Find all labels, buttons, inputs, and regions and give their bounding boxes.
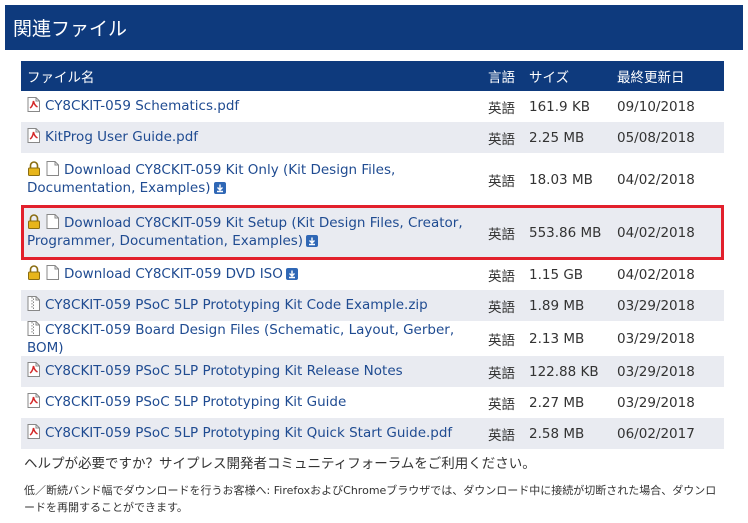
pdf-icon <box>27 424 40 443</box>
cell-size: 122.88 KB <box>523 356 611 387</box>
table-row: KitProg User Guide.pdf 英語 2.25 MB 05/08/201… <box>21 122 724 153</box>
cell-filename: CY8CKIT-059 PSoC 5LP Prototyping Kit Qui… <box>21 418 482 449</box>
file-link[interactable]: CY8CKIT-059 Board Design Files (Schemati… <box>27 322 454 356</box>
download-note: 低／断続バンド幅でダウンロードを行うお客様へ: FirefoxおよびChrome… <box>24 484 717 514</box>
cell-language: 英語 <box>482 153 523 206</box>
table-row: Download CY8CKIT-059 Kit Only (Kit Desig… <box>21 153 724 206</box>
file-link[interactable]: CY8CKIT-059 PSoC 5LP Prototyping Kit Rel… <box>45 363 403 379</box>
column-header-date[interactable]: 最終更新日 <box>611 61 724 91</box>
column-header-language[interactable]: 言語 <box>482 61 523 91</box>
download-icon[interactable] <box>306 235 319 251</box>
cell-language: 英語 <box>482 418 523 449</box>
table-row: CY8CKIT-059 PSoC 5LP Prototyping Kit Rel… <box>21 356 724 387</box>
table-row: Download CY8CKIT-059 Kit Setup (Kit Desi… <box>21 206 724 259</box>
cell-language: 英語 <box>482 122 523 153</box>
lock-icon <box>27 265 41 284</box>
cell-language: 英語 <box>482 290 523 321</box>
cell-filename: Download CY8CKIT-059 Kit Setup (Kit Desi… <box>21 206 482 259</box>
cell-date: 03/29/2018 <box>611 321 724 356</box>
cell-language: 英語 <box>482 387 523 418</box>
table-row: CY8CKIT-059 PSoC 5LP Prototyping Kit Cod… <box>21 290 724 321</box>
cell-size: 18.03 MB <box>523 153 611 206</box>
cell-filename: CY8CKIT-059 PSoC 5LP Prototyping Kit Gui… <box>21 387 482 418</box>
file-link[interactable]: Download CY8CKIT-059 Kit Only (Kit Desig… <box>27 162 395 196</box>
download-icon[interactable] <box>213 182 226 198</box>
file-link[interactable]: Download CY8CKIT-059 Kit Setup (Kit Desi… <box>27 215 463 249</box>
cell-date: 04/02/2018 <box>611 259 724 290</box>
document-icon <box>46 214 59 233</box>
table-row: Download CY8CKIT-059 DVD ISO 英語 1.15 GB 04/… <box>21 259 724 290</box>
cell-size: 1.15 GB <box>523 259 611 290</box>
zip-icon <box>27 321 40 340</box>
cell-date: 06/02/2017 <box>611 418 724 449</box>
file-link[interactable]: CY8CKIT-059 PSoC 5LP Prototyping Kit Gui… <box>45 394 346 410</box>
column-header-size[interactable]: サイズ <box>523 61 611 91</box>
cell-size: 1.89 MB <box>523 290 611 321</box>
cell-filename: Download CY8CKIT-059 DVD ISO <box>21 259 482 290</box>
cell-size: 2.13 MB <box>523 321 611 356</box>
cell-filename: CY8CKIT-059 PSoC 5LP Prototyping Kit Cod… <box>21 290 482 321</box>
lock-icon <box>27 214 41 233</box>
table-body: CY8CKIT-059 Schematics.pdf 英語 161.9 KB 09/1… <box>21 91 724 449</box>
zip-icon <box>27 296 40 315</box>
related-files-table: ファイル名 言語 サイズ 最終更新日 CY8CKIT-059 Schematic… <box>21 61 724 449</box>
pdf-icon <box>27 362 40 381</box>
cell-filename: CY8CKIT-059 PSoC 5LP Prototyping Kit Rel… <box>21 356 482 387</box>
cell-date: 03/29/2018 <box>611 290 724 321</box>
cell-size: 2.25 MB <box>523 122 611 153</box>
table-row: CY8CKIT-059 PSoC 5LP Prototyping Kit Gui… <box>21 387 724 418</box>
cell-date: 04/02/2018 <box>611 153 724 206</box>
pdf-icon <box>27 393 40 412</box>
cell-filename: CY8CKIT-059 Schematics.pdf <box>21 91 482 122</box>
table-row: CY8CKIT-059 PSoC 5LP Prototyping Kit Qui… <box>21 418 724 449</box>
download-icon[interactable] <box>285 268 298 284</box>
cell-date: 09/10/2018 <box>611 91 724 122</box>
file-link[interactable]: CY8CKIT-059 PSoC 5LP Prototyping Kit Qui… <box>45 425 452 441</box>
cell-language: 英語 <box>482 259 523 290</box>
cell-filename: Download CY8CKIT-059 Kit Only (Kit Desig… <box>21 153 482 206</box>
file-link[interactable]: KitProg User Guide.pdf <box>45 129 198 145</box>
file-link[interactable]: Download CY8CKIT-059 DVD ISO <box>64 266 283 282</box>
section-title: 関連ファイル <box>13 18 128 40</box>
cell-date: 03/29/2018 <box>611 387 724 418</box>
cell-size: 161.9 KB <box>523 91 611 122</box>
cell-size: 2.58 MB <box>523 418 611 449</box>
help-text: ヘルプが必要ですか？サイプレス開発者コミュニティフォーラムをご利用ください。 <box>24 456 536 472</box>
cell-language: 英語 <box>482 321 523 356</box>
pdf-icon <box>27 97 40 116</box>
document-icon <box>46 265 59 284</box>
cell-date: 03/29/2018 <box>611 356 724 387</box>
cell-language: 英語 <box>482 206 523 259</box>
section-header: 関連ファイル <box>5 5 743 50</box>
column-header-filename[interactable]: ファイル名 <box>21 61 482 91</box>
pdf-icon <box>27 128 40 147</box>
table-row: CY8CKIT-059 Schematics.pdf 英語 161.9 KB 09/1… <box>21 91 724 122</box>
cell-filename: CY8CKIT-059 Board Design Files (Schemati… <box>21 321 482 356</box>
cell-date: 04/02/2018 <box>611 206 724 259</box>
file-link[interactable]: CY8CKIT-059 PSoC 5LP Prototyping Kit Cod… <box>45 297 428 313</box>
cell-size: 2.27 MB <box>523 387 611 418</box>
file-link[interactable]: CY8CKIT-059 Schematics.pdf <box>45 98 239 114</box>
cell-language: 英語 <box>482 91 523 122</box>
cell-filename: KitProg User Guide.pdf <box>21 122 482 153</box>
table-header-row: ファイル名 言語 サイズ 最終更新日 <box>21 61 724 91</box>
cell-date: 05/08/2018 <box>611 122 724 153</box>
cell-size: 553.86 MB <box>523 206 611 259</box>
document-icon <box>46 161 59 180</box>
cell-language: 英語 <box>482 356 523 387</box>
lock-icon <box>27 161 41 180</box>
table-row: CY8CKIT-059 Board Design Files (Schemati… <box>21 321 724 356</box>
